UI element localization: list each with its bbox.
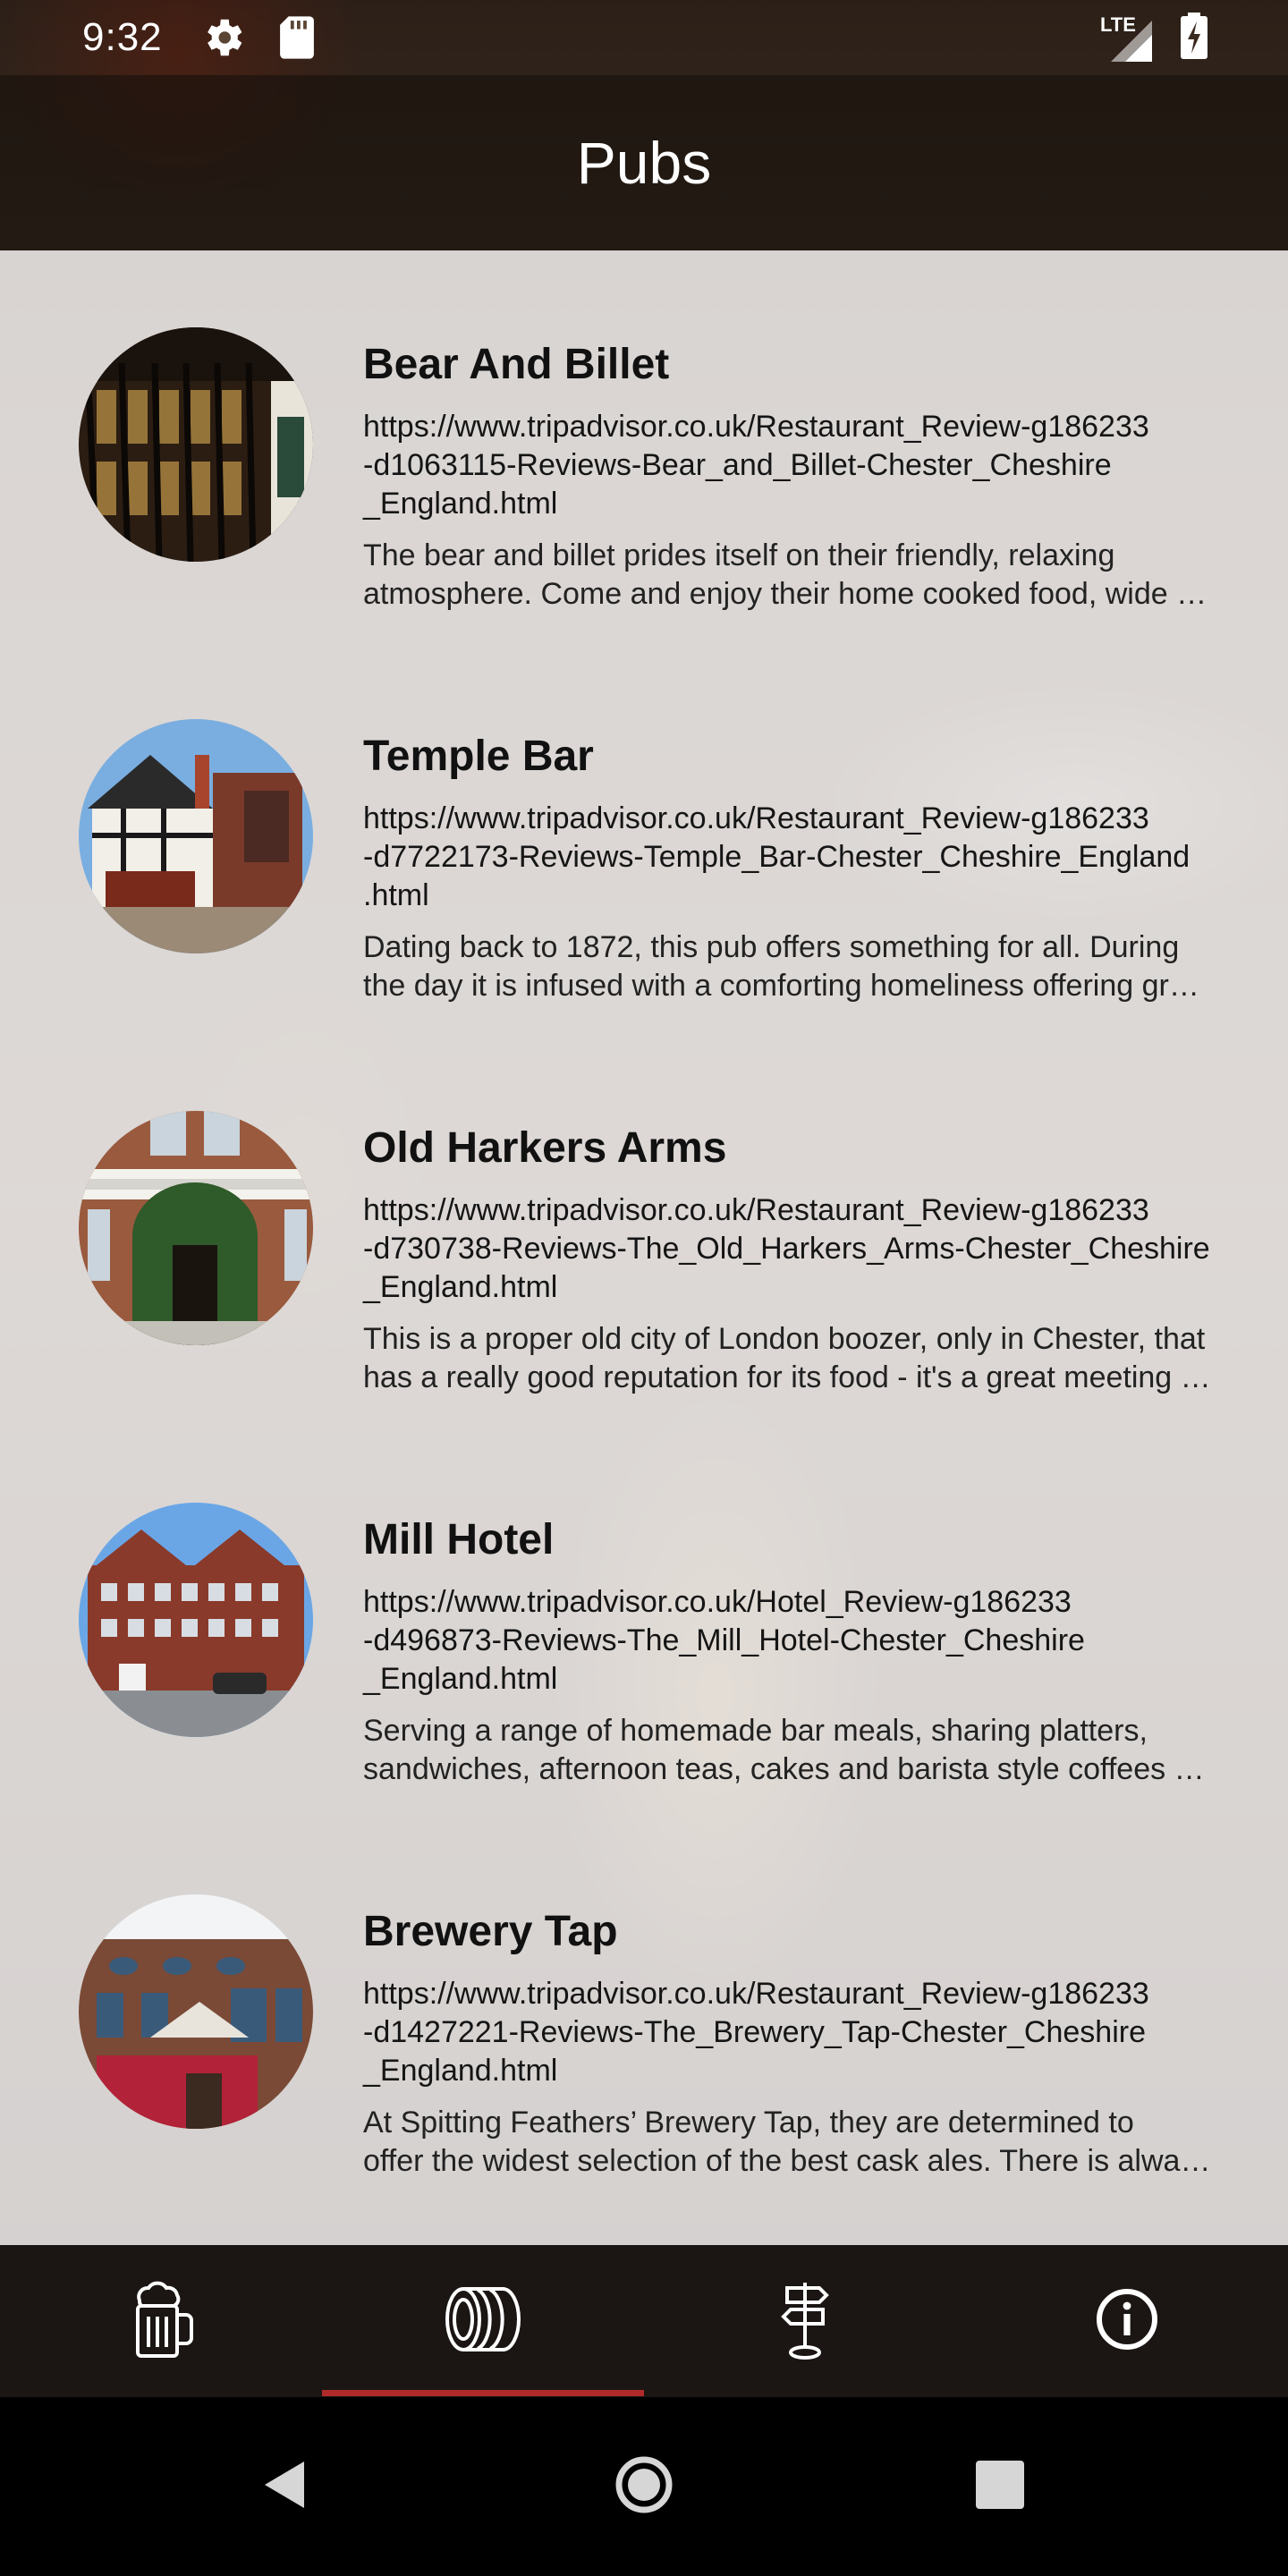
pub-description-line: Dating back to 1872, this pub offers som… [363,930,1180,964]
recents-icon [976,2460,1024,2513]
pub-url[interactable]: https://www.tripadvisor.co.uk/Restaurant… [363,800,1213,915]
pub-url-line: https://www.tripadvisor.co.uk/Restaurant… [363,410,1149,444]
pub-description-line: The bear and billet prides itself on the… [363,538,1115,572]
pub-url-line: _England.html [363,1270,558,1304]
recents-button[interactable] [955,2442,1045,2531]
pub-url-line: https://www.tripadvisor.co.uk/Restaurant… [363,1977,1149,2011]
pub-url[interactable]: https://www.tripadvisor.co.uk/Restaurant… [363,1975,1213,2090]
pub-description-line: sandwiches, afternoon teas, cakes and ba… [363,1752,1213,1786]
pub-name: Mill Hotel [363,1516,555,1563]
pub-name: Old Harkers Arms [363,1124,727,1172]
pub-url-line: https://www.tripadvisor.co.uk/Restaurant… [363,1193,1149,1227]
settings-icon [199,13,247,62]
home-button[interactable] [599,2442,689,2531]
info-icon [1095,2287,1159,2356]
app-bar: Pubs [0,75,1288,250]
list-item[interactable]: Old Harkers Arms https://www.tripadvisor… [0,1034,1288,1426]
status-bar: 9:32 LTE [0,0,1288,75]
pub-description-line: atmosphere. Come and enjoy their home co… [363,577,1213,611]
pub-url-line: _England.html [363,1662,558,1696]
nav-item-info[interactable] [966,2245,1288,2397]
pub-url[interactable]: https://www.tripadvisor.co.uk/Restaurant… [363,408,1213,523]
bottom-navigation [0,2245,1288,2397]
pub-url-line: _England.html [363,487,558,521]
barrel-icon [442,2284,524,2360]
pub-description: Serving a range of homemade bar meals, s… [363,1712,1213,1789]
list-item[interactable]: Temple Bar https://www.tripadvisor.co.uk… [0,642,1288,1034]
pub-url-line: -d1427221-Reviews-The_Brewery_Tap-Cheste… [363,2015,1146,2049]
signpost-icon [776,2279,834,2364]
nav-item-beer[interactable] [0,2245,322,2397]
pub-thumbnail [79,719,313,953]
pub-description-line: has a really good reputation for its foo… [363,1360,1211,1394]
pub-list[interactable]: Bear And Billet https://www.tripadvisor.… [0,250,1288,2245]
pub-description-line: At Spitting Feathers’ Brewery Tap, they … [363,2106,1134,2140]
beer-mug-icon [125,2279,197,2364]
back-button[interactable] [242,2442,331,2531]
home-icon [614,2455,674,2519]
pub-url-line: _England.html [363,2054,558,2088]
pub-name: Brewery Tap [363,1908,618,1955]
list-item[interactable]: Mill Hotel https://www.tripadvisor.co.uk… [0,1426,1288,1818]
pub-description: This is a proper old city of London booz… [363,1320,1213,1397]
pub-url-line: https://www.tripadvisor.co.uk/Hotel_Revi… [363,1585,1072,1619]
pub-description-line: the day it is infused with a comforting … [363,969,1199,1003]
pub-url-line: -d7722173-Reviews-Temple_Bar-Chester_Che… [363,840,1191,874]
battery-charging-icon [1181,13,1208,64]
pub-name: Temple Bar [363,733,594,780]
nav-item-pubs[interactable] [322,2245,644,2397]
pub-url[interactable]: https://www.tripadvisor.co.uk/Restaurant… [363,1191,1213,1307]
pub-thumbnail [79,1503,313,1737]
pub-thumbnail [79,1111,313,1345]
list-item[interactable]: Brewery Tap https://www.tripadvisor.co.u… [0,1818,1288,2209]
pub-url-line: -d730738-Reviews-The_Old_Harkers_Arms-Ch… [363,1232,1210,1266]
pub-url-line: https://www.tripadvisor.co.uk/Restaurant… [363,801,1149,835]
pub-thumbnail [79,1894,313,2129]
pub-description: The bear and billet prides itself on the… [363,537,1213,614]
pub-url[interactable]: https://www.tripadvisor.co.uk/Hotel_Revi… [363,1583,1213,1699]
pub-url-line: .html [363,878,429,912]
status-time: 9:32 [82,15,163,59]
pub-description-line: This is a proper old city of London booz… [363,1322,1206,1356]
pub-description: Dating back to 1872, this pub offers som… [363,928,1213,1005]
pub-thumbnail [79,327,313,562]
nav-item-directions[interactable] [644,2245,966,2397]
pub-name: Bear And Billet [363,341,670,388]
pub-url-line: -d1063115-Reviews-Bear_and_Billet-Cheste… [363,448,1112,482]
list-item[interactable]: Bear And Billet https://www.tripadvisor.… [0,250,1288,642]
pub-description-line: Serving a range of homemade bar meals, s… [363,1714,1148,1748]
page-title: Pubs [576,130,712,196]
sd-card-icon [277,14,317,61]
pub-description-line: offer the widest selection of the best c… [363,2144,1211,2178]
selected-tab-indicator [322,2390,644,2396]
system-navigation-bar [0,2397,1288,2576]
pub-url-line: -d496873-Reviews-The_Mill_Hotel-Chester_… [363,1623,1085,1657]
lte-signal-icon: LTE [1100,13,1154,64]
back-icon [261,2458,311,2516]
pub-description: At Spitting Feathers’ Brewery Tap, they … [363,2104,1213,2181]
